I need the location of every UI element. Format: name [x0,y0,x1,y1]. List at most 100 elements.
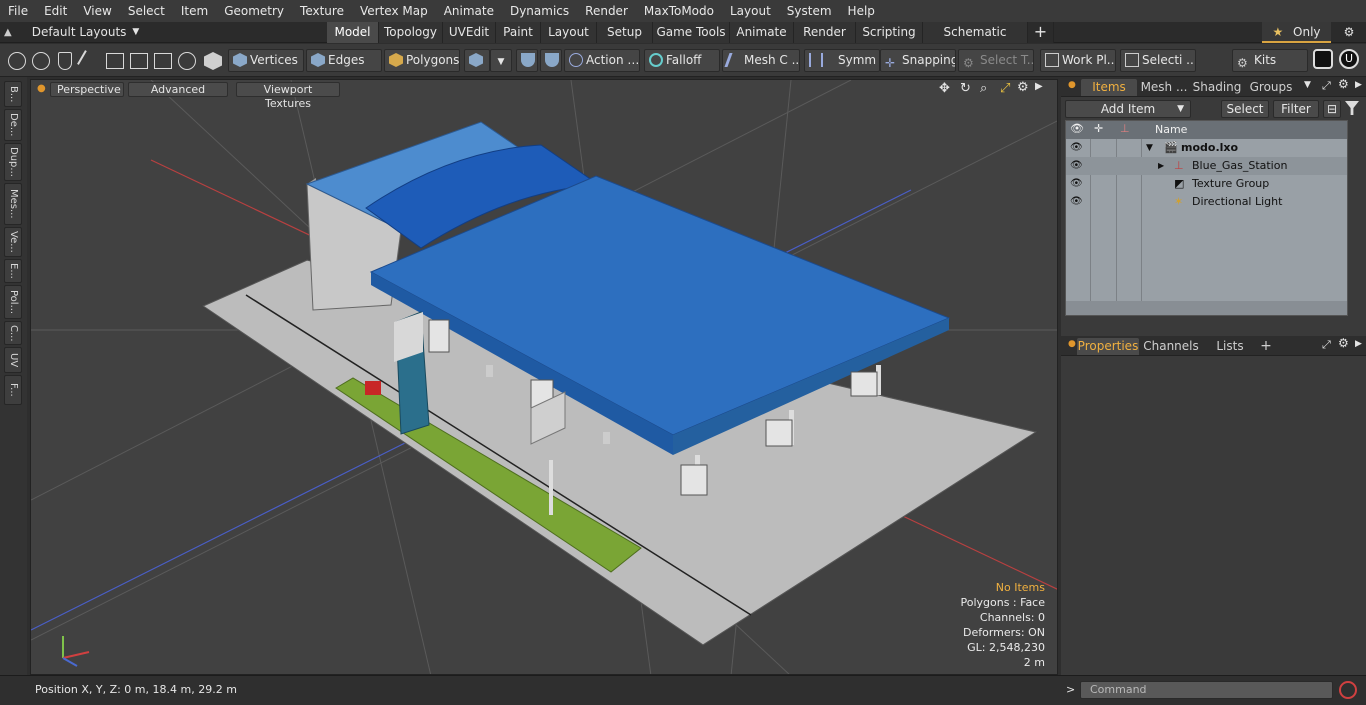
menu-help[interactable]: Help [840,0,883,22]
snapping-button[interactable]: ✛ Snapping [880,49,956,72]
panel-menu-dot-icon[interactable]: ● [1068,80,1076,90]
expand-arrow-icon[interactable]: ▶ [1158,157,1164,175]
selection-sets-button[interactable]: Selecti ... [1120,49,1196,72]
menu-edit[interactable]: Edit [36,0,75,22]
menu-texture[interactable]: Texture [292,0,352,22]
menu-layout[interactable]: Layout [722,0,779,22]
menu-vertex-map[interactable]: Vertex Map [352,0,436,22]
menu-select[interactable]: Select [120,0,173,22]
symmetry-button[interactable]: Symm ... [804,49,880,72]
menu-maxtomodo[interactable]: MaxToModo [636,0,722,22]
panel-arrow-icon[interactable]: ▶ [1355,80,1362,90]
symmetry-x-button[interactable] [516,49,538,72]
pen-icon[interactable] [58,52,72,70]
maximize-panel-icon[interactable]: ⤢ [1322,79,1331,93]
tab-scripting[interactable]: Scripting [856,22,923,43]
align-icon[interactable] [106,53,124,69]
tree-row-modo-lxo[interactable]: 👁 ▼ 🎬 modo.lxo [1066,139,1347,157]
tab-game-tools[interactable]: Game Tools [653,22,730,43]
tab-shading[interactable]: Shading [1191,79,1243,96]
advanced-button[interactable]: Advanced [128,82,228,97]
add-item-button[interactable]: Add Item ▼ [1065,100,1191,118]
tab-setup[interactable]: Setup [597,22,653,43]
menu-file[interactable]: File [0,0,36,22]
visibility-eye-icon[interactable]: 👁 [1070,175,1083,193]
name-column-header[interactable]: Name [1155,123,1187,136]
menu-view[interactable]: View [75,0,119,22]
gear-icon[interactable]: ⚙ [1334,22,1364,43]
scene-canvas[interactable] [31,80,1058,675]
visibility-eye-icon[interactable]: 👁 [1070,157,1083,175]
add-tab-icon[interactable]: + [1028,22,1054,43]
left-tab-basic[interactable]: B... [4,81,22,107]
center-icon[interactable] [154,53,172,69]
circle-select-icon[interactable] [8,52,26,70]
tab-topology[interactable]: Topology [379,22,443,43]
maximize-panel-icon[interactable]: ⤢ [1322,338,1331,352]
menu-render[interactable]: Render [577,0,636,22]
tab-mesh[interactable]: Mesh ... [1139,79,1189,96]
polygons-button[interactable]: Polygons [384,49,460,72]
tree-row-directional-light[interactable]: 👁 ✶ Directional Light [1066,193,1347,211]
tab-schematic-fusion[interactable]: Schematic Fusion [923,22,1028,59]
tab-uvedit[interactable]: UVEdit [443,22,496,43]
left-tab-edge[interactable]: E... [4,259,22,283]
left-tab-uv[interactable]: UV [4,347,22,373]
rotate-icon[interactable] [178,52,196,70]
left-tab-polygon[interactable]: Pol... [4,285,22,319]
menu-geometry[interactable]: Geometry [216,0,292,22]
tree-row-blue-gas-station[interactable]: 👁 ▶ ⊥ Blue_Gas_Station [1066,157,1347,175]
select-through-button[interactable]: ⚙ Select T... [958,49,1034,72]
add-tab-icon[interactable]: + [1259,338,1273,355]
expand-arrow-icon[interactable]: ▶ [1035,81,1043,92]
filter-funnel-icon[interactable] [1345,101,1359,115]
menu-item[interactable]: Item [173,0,216,22]
tab-groups[interactable]: Groups [1245,79,1297,96]
falloff-button[interactable]: Falloff [644,49,720,72]
zoom-icon[interactable]: ⌕ [980,81,987,96]
menu-dynamics[interactable]: Dynamics [502,0,577,22]
viewport-gear-icon[interactable]: ⚙ [1017,80,1029,95]
left-tab-duplicate[interactable]: Dup... [4,143,22,181]
left-tab-vertex[interactable]: Ve... [4,227,22,257]
symmetry-y-button[interactable] [540,49,562,72]
select-button[interactable]: Select [1221,100,1269,118]
left-tab-mesh-edit[interactable]: Mes... [4,183,22,225]
tab-render[interactable]: Render [794,22,856,43]
vertices-button[interactable]: Vertices [228,49,304,72]
left-tab-deform[interactable]: De... [4,109,22,141]
tab-model[interactable]: Model [327,22,379,43]
panel-gear-icon[interactable]: ⚙ [1338,77,1349,91]
only-toggle[interactable]: ★ Only [1262,22,1331,43]
left-tab-fusion[interactable]: F... [4,375,22,405]
viewport-menu-dot-icon[interactable]: ● [37,83,46,94]
tree-row-texture-group[interactable]: 👁 ◩ Texture Group [1066,175,1347,193]
3d-viewport[interactable]: ● Perspective Advanced Viewport Textures… [30,79,1058,675]
rotate-view-icon[interactable]: ↻ [960,81,971,96]
collapse-arrow-icon[interactable]: ▼ [1146,139,1153,157]
layout-selector[interactable]: ▲ Default Layouts ▼ [4,22,139,43]
maximize-icon[interactable]: ⤢ [1000,81,1010,96]
chevron-down-icon[interactable]: ▼ [1304,80,1311,90]
panel-gear-icon[interactable]: ⚙ [1338,336,1349,350]
visibility-eye-icon[interactable]: 👁 [1070,193,1083,211]
tab-channels[interactable]: Channels [1143,338,1199,355]
edges-button[interactable]: Edges [306,49,382,72]
command-input[interactable]: Command [1080,681,1333,699]
tab-lists[interactable]: Lists [1203,338,1257,355]
action-center-button[interactable]: Action … [564,49,640,72]
tab-paint[interactable]: Paint [496,22,541,43]
mesh-constraint-button[interactable]: Mesh C ... [722,49,800,72]
menu-animate[interactable]: Animate [436,0,502,22]
tree-scrollbar[interactable] [1066,301,1347,315]
panel-menu-dot-icon[interactable]: ● [1068,339,1076,349]
filter-button[interactable]: Filter [1273,100,1319,118]
unity-icon[interactable] [1313,49,1333,69]
panel-arrow-icon[interactable]: ▶ [1355,339,1362,349]
move-view-icon[interactable]: ✥ [939,81,950,96]
tab-items[interactable]: Items [1081,79,1137,96]
visibility-eye-icon[interactable]: 👁 [1070,139,1083,157]
transform-icon[interactable] [130,53,148,69]
unreal-icon[interactable]: U [1339,49,1359,69]
kits-button[interactable]: ⚙ Kits [1232,49,1308,72]
